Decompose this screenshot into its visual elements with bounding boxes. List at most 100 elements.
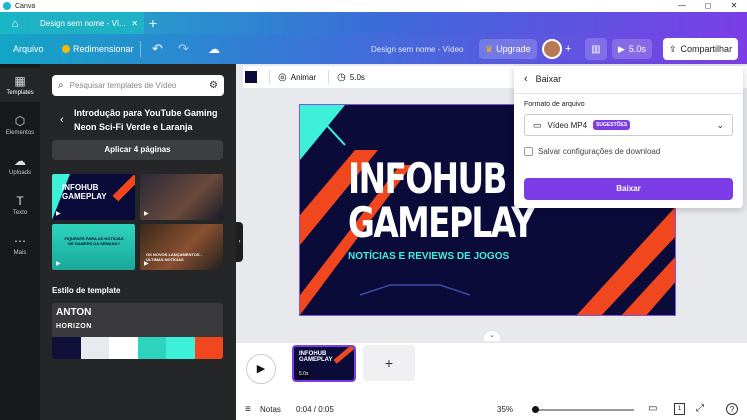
back-chevron-icon[interactable]: ‹ xyxy=(524,73,528,85)
template-style-label: Estilo de template xyxy=(52,286,121,295)
notes-button[interactable]: Notas xyxy=(260,405,281,414)
window-titlebar: Canva — ◻ ✕ xyxy=(0,0,747,12)
search-icon: ⌕ xyxy=(58,80,64,91)
crown-icon xyxy=(62,45,70,53)
template-page-thumb[interactable]: ▶ xyxy=(140,174,223,220)
thumb-text: INFOHUB GAMEPLAY xyxy=(299,351,333,363)
upgrade-label: Upgrade xyxy=(496,44,531,54)
resize-button[interactable]: Redimensionar xyxy=(62,34,134,64)
maximize-button[interactable]: ◻ xyxy=(695,0,721,12)
notes-icon[interactable]: ≡ xyxy=(245,404,251,415)
avatar[interactable] xyxy=(542,39,562,59)
download-button[interactable]: Baixar xyxy=(524,178,733,200)
search-placeholder: Pesquisar templates de Vídeo xyxy=(69,81,177,90)
play-button[interactable]: ▶ xyxy=(246,354,276,384)
save-settings-row[interactable]: Salvar configurações de download xyxy=(524,147,660,156)
undo-icon[interactable]: ↶ xyxy=(152,34,163,64)
fullscreen-icon[interactable]: ⤢ xyxy=(696,403,704,414)
rail-templates[interactable]: ▦ Templates xyxy=(0,68,40,102)
zoom-slider[interactable] xyxy=(534,409,634,411)
tab-bar: ⌂ Design sem nome - Ví... ✕ + xyxy=(0,12,747,34)
playback-time: 0:04 / 0:05 xyxy=(296,405,334,414)
style-palette xyxy=(52,337,223,359)
duration-button[interactable]: 5.0s xyxy=(350,73,365,82)
animate-button[interactable]: Animar xyxy=(291,73,316,82)
style-font-secondary: HORIZON xyxy=(56,323,92,330)
zoom-level: 35% xyxy=(497,405,514,414)
file-menu-button[interactable]: Arquivo xyxy=(13,34,44,64)
share-label: Compartilhar xyxy=(680,44,733,54)
template-page-thumb[interactable]: INFOHUB GAMEPLAY ▶ xyxy=(52,174,135,220)
slide-title-line2[interactable]: GAMEPLAY xyxy=(348,201,535,245)
format-select[interactable]: ▭ Vídeo MP4 SUGESTÕES ⌄ xyxy=(524,114,733,136)
timeline-page-thumb[interactable]: INFOHUB GAMEPLAY 5.0s xyxy=(292,345,356,382)
save-settings-checkbox[interactable] xyxy=(524,147,533,156)
tab-close-icon[interactable]: ✕ xyxy=(131,19,138,28)
slide-title-line1[interactable]: INFOHUB xyxy=(348,157,507,201)
page-duration: 5.0s xyxy=(297,370,311,378)
chevron-down-icon: ⌄ xyxy=(716,119,724,130)
play-preview-button[interactable]: ▶ 5.0s xyxy=(612,39,652,59)
template-page-thumb[interactable]: FIQUENTE PARA AS NOTÍCIAS DE GAMERS DA S… xyxy=(52,224,135,270)
rail-text[interactable]: T Texto xyxy=(0,188,40,222)
thumb-text: INFOHUB GAMEPLAY xyxy=(62,183,107,201)
color-swatch xyxy=(137,337,166,359)
insights-icon[interactable]: ▥ xyxy=(585,38,607,60)
upgrade-button[interactable]: ♛ Upgrade xyxy=(479,39,537,59)
rail-more[interactable]: ⋯ Mais xyxy=(0,228,40,262)
color-swatch xyxy=(166,337,195,359)
add-collaborator-icon[interactable]: + xyxy=(565,34,571,64)
format-label: Formato de arquivo xyxy=(524,101,585,108)
help-icon[interactable]: ? xyxy=(726,403,738,415)
divider xyxy=(328,70,330,84)
chevron-down-icon[interactable]: ⌄ xyxy=(484,331,500,341)
page-count[interactable]: 1 xyxy=(674,403,685,415)
color-swatch xyxy=(52,337,81,359)
templates-panel: ⌕ Pesquisar templates de Vídeo ⚙ ‹ Intro… xyxy=(40,64,236,420)
rail-elements[interactable]: ⬡ Elementos xyxy=(0,108,40,142)
download-popup: ‹ Baixar Formato de arquivo ▭ Vídeo MP4 … xyxy=(514,66,743,208)
new-tab-button[interactable]: + xyxy=(146,15,160,31)
color-swatch xyxy=(80,337,109,359)
filter-icon[interactable]: ⚙ xyxy=(209,80,218,91)
window-title: Canva xyxy=(15,2,36,10)
style-font-primary: ANTON xyxy=(56,307,92,318)
popup-title: Baixar xyxy=(535,74,562,84)
template-style-card[interactable]: ANTON HORIZON xyxy=(52,303,223,359)
play-icon: ▶ xyxy=(56,211,61,217)
close-window-button[interactable]: ✕ xyxy=(721,0,747,12)
slide-subtitle[interactable]: NOTÍCIAS E REVIEWS DE JOGOS xyxy=(348,251,509,262)
elements-icon: ⬡ xyxy=(14,114,26,128)
back-chevron-icon[interactable]: ‹ xyxy=(60,114,64,126)
resize-label: Redimensionar xyxy=(73,44,134,54)
rail-label: Uploads xyxy=(8,170,31,176)
toolbar-divider xyxy=(140,41,141,57)
tab-design[interactable]: Design sem nome - Ví... ✕ xyxy=(32,12,144,34)
timeline: ⌄ ▶ INFOHUB GAMEPLAY 5.0s + xyxy=(236,331,747,401)
more-icon: ⋯ xyxy=(14,234,26,248)
rail-uploads[interactable]: ☁ Uploads xyxy=(0,148,40,182)
zoom-slider-handle[interactable] xyxy=(532,406,539,413)
text-icon: T xyxy=(16,194,24,208)
rail-label: Texto xyxy=(12,210,28,216)
cloud-sync-icon[interactable]: ☁ xyxy=(208,34,220,64)
format-value: Vídeo MP4 xyxy=(547,120,588,130)
home-icon[interactable]: ⌂ xyxy=(6,16,24,32)
minimize-button[interactable]: — xyxy=(669,0,695,12)
side-rail: ▦ Templates ⬡ Elementos ☁ Uploads T Text… xyxy=(0,64,40,420)
template-title: Introdução para YouTube Gaming Neon Sci-… xyxy=(74,108,218,132)
rail-label: Mais xyxy=(13,250,27,256)
redo-icon[interactable]: ↷ xyxy=(178,34,189,64)
collapse-panel-icon[interactable]: ‹ xyxy=(236,222,243,262)
clock-icon: ◷ xyxy=(337,71,346,83)
template-page-thumb[interactable]: OS NOVOS LANÇAMENTOS - ÚLTIMAS NOTÍCIAS … xyxy=(140,224,223,270)
share-button[interactable]: ⇪ Compartilhar xyxy=(663,38,739,60)
document-title[interactable]: Design sem nome - Vídeo xyxy=(371,34,464,64)
add-page-button[interactable]: + xyxy=(363,345,415,381)
play-icon: ▶ xyxy=(144,211,149,217)
search-input[interactable]: ⌕ Pesquisar templates de Vídeo ⚙ xyxy=(52,75,224,96)
apply-pages-button[interactable]: Aplicar 4 páginas xyxy=(52,140,223,160)
grid-view-icon[interactable]: ▭ xyxy=(648,403,657,414)
background-color-swatch[interactable] xyxy=(245,71,257,83)
play-icon: ▶ xyxy=(56,261,61,267)
